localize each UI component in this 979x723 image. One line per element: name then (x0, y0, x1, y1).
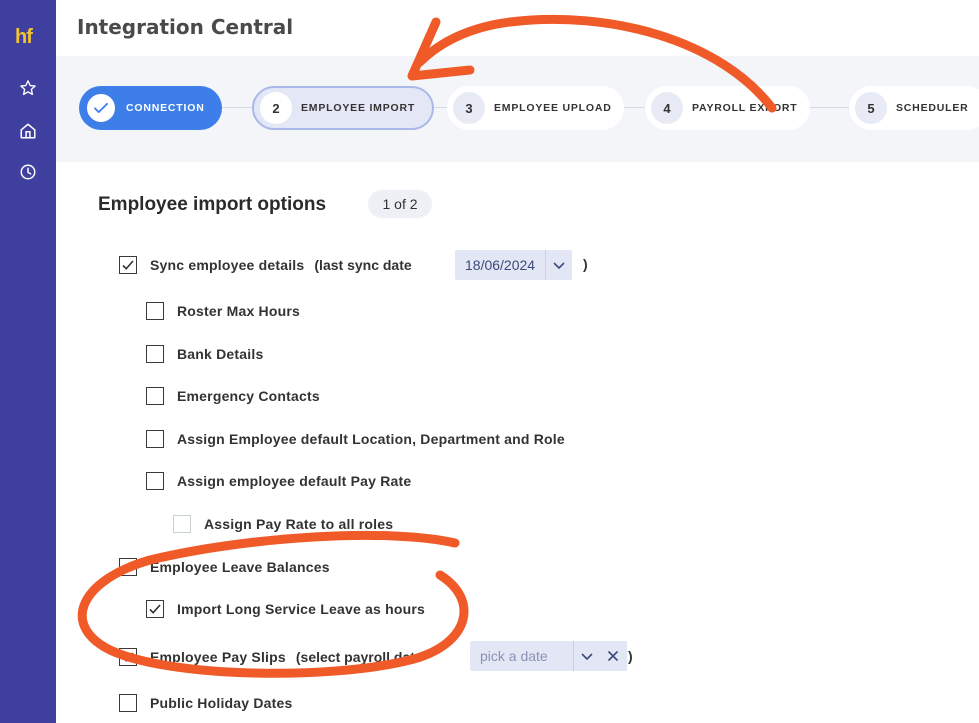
step-label: EMPLOYEE IMPORT (301, 102, 416, 114)
last-sync-date-select[interactable]: 18/06/2024 (455, 250, 573, 280)
paren-close: ) (628, 648, 633, 664)
step-connector (222, 107, 256, 108)
star-icon[interactable] (17, 77, 39, 99)
option-label: Assign Pay Rate to all roles (204, 516, 394, 532)
step-label: PAYROLL EXPORT (692, 102, 798, 114)
step-employee-import[interactable]: 2 EMPLOYEE IMPORT (252, 86, 434, 130)
assign-default-checkbox[interactable] (146, 430, 164, 448)
option-note: (select payroll date (295, 649, 423, 665)
option-assign-pay-rate-all-roles: Assign Pay Rate to all roles (173, 513, 393, 535)
step-connector (624, 107, 646, 108)
option-public-holiday-dates: Public Holiday Dates (119, 692, 292, 714)
check-icon (85, 92, 117, 124)
option-employee-pay-slips: Employee Pay Slips (select payroll date (119, 646, 423, 668)
step-label: SCHEDULER (896, 102, 969, 114)
pay-rate-all-checkbox[interactable] (173, 515, 191, 533)
long-service-checkbox[interactable] (146, 600, 164, 618)
step-number: 4 (651, 92, 683, 124)
pay-slips-checkbox[interactable] (119, 648, 137, 666)
section-title: Employee import options (98, 194, 327, 215)
pay-rate-checkbox[interactable] (146, 472, 164, 490)
close-icon[interactable] (600, 641, 626, 671)
option-note: (last sync date (314, 257, 412, 273)
header: Integration Central (56, 0, 979, 56)
option-roster-max-hours: Roster Max Hours (146, 300, 300, 322)
option-long-service-leave: Import Long Service Leave as hours (146, 598, 425, 620)
option-label: Emergency Contacts (177, 388, 320, 404)
page-indicator-badge: 1 of 2 (368, 190, 432, 218)
step-payroll-export[interactable]: 4 PAYROLL EXPORT (645, 86, 810, 130)
chevron-down-icon[interactable] (574, 641, 600, 671)
date-placeholder: pick a date (480, 648, 548, 664)
holidays-checkbox[interactable] (119, 694, 137, 712)
clock-icon[interactable] (17, 161, 39, 183)
chevron-down-icon[interactable] (546, 250, 572, 280)
option-sync-employee-details: Sync employee details (last sync date (119, 254, 412, 276)
paren-close: ) (583, 256, 588, 272)
option-bank-details: Bank Details (146, 343, 263, 365)
option-emergency-contacts: Emergency Contacts (146, 385, 320, 407)
step-number: 2 (260, 92, 292, 124)
option-label: Import Long Service Leave as hours (177, 601, 425, 617)
sync-details-checkbox[interactable] (119, 256, 137, 274)
bank-checkbox[interactable] (146, 345, 164, 363)
option-label: Assign Employee default Location, Depart… (177, 431, 565, 447)
emergency-checkbox[interactable] (146, 387, 164, 405)
step-connection[interactable]: CONNECTION (79, 86, 222, 130)
option-label: Employee Pay Slips (150, 649, 286, 665)
option-label: Public Holiday Dates (150, 695, 293, 711)
home-icon[interactable] (17, 120, 39, 142)
step-connector (810, 107, 850, 108)
step-label: CONNECTION (126, 102, 205, 114)
step-scheduler[interactable]: 5 SCHEDULER (849, 86, 979, 130)
option-employee-leave-balances: Employee Leave Balances (119, 556, 330, 578)
option-label: Roster Max Hours (177, 303, 301, 319)
payroll-date-picker[interactable]: pick a date (470, 641, 627, 671)
option-label: Bank Details (177, 346, 264, 362)
date-value: 18/06/2024 (465, 257, 536, 273)
step-label: EMPLOYEE UPLOAD (494, 102, 612, 114)
leave-checkbox[interactable] (119, 558, 137, 576)
option-label: Sync employee details (150, 257, 305, 273)
app-logo[interactable]: hf (15, 26, 33, 49)
step-number: 3 (453, 92, 485, 124)
option-assign-pay-rate: Assign employee default Pay Rate (146, 470, 411, 492)
step-employee-upload[interactable]: 3 EMPLOYEE UPLOAD (447, 86, 624, 130)
option-assign-default-location: Assign Employee default Location, Depart… (146, 428, 565, 450)
option-label: Employee Leave Balances (150, 559, 330, 575)
option-label: Assign employee default Pay Rate (177, 473, 412, 489)
sidebar: hf (0, 0, 56, 723)
roster-checkbox[interactable] (146, 302, 164, 320)
step-number: 5 (855, 92, 887, 124)
page-title: Integration Central (77, 15, 294, 39)
